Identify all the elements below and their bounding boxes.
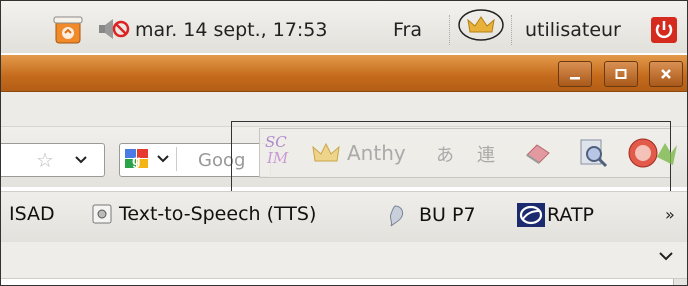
search-engine-selector[interactable]: g (124, 147, 177, 171)
maximize-button[interactable] (604, 61, 638, 87)
scrollbar[interactable] (673, 279, 687, 285)
tab-list-dropdown[interactable] (657, 249, 675, 263)
ratp-logo-icon (517, 203, 545, 227)
screenshot-frame: mar. 14 sept., 17:53 Fra utilisateur ☆ g… (0, 0, 688, 286)
google-logo-icon: g (125, 149, 148, 168)
bookmark-isad[interactable]: ISAD (9, 203, 55, 225)
close-button[interactable] (649, 61, 683, 87)
chevron-down-icon[interactable] (74, 154, 88, 166)
volume-muted-icon[interactable] (97, 15, 131, 43)
bookmarks-overflow-button[interactable]: » (665, 205, 675, 224)
bookmark-label: RATP (547, 204, 595, 226)
input-mode-kana[interactable]: あ (436, 141, 454, 167)
svg-text:IM: IM (266, 149, 289, 167)
scim-logo-icon[interactable]: SC IM (263, 131, 297, 169)
dictionary-search-icon[interactable] (577, 137, 609, 169)
tab-strip (1, 242, 687, 279)
minimize-button[interactable] (558, 61, 592, 87)
eraser-icon[interactable] (523, 141, 553, 165)
bookmark-text-to-speech[interactable]: Text-to-Speech (TTS) (91, 203, 316, 225)
conversion-mode[interactable]: 連 (477, 141, 495, 167)
keyboard-layout-indicator[interactable]: Fra (393, 19, 422, 41)
crown-icon[interactable] (457, 9, 505, 41)
trash-icon[interactable] (51, 15, 85, 44)
chevron-down-icon (157, 155, 169, 163)
address-bar[interactable]: ☆ (1, 143, 105, 177)
panel-separator (511, 15, 514, 45)
bookmark-label: ISAD (9, 203, 55, 225)
bu-logo-icon (389, 205, 404, 227)
page-content (1, 279, 687, 285)
input-method-name[interactable]: Anthy (347, 141, 406, 165)
panel-separator (449, 15, 452, 45)
crown-icon[interactable] (311, 139, 341, 165)
power-icon[interactable] (651, 16, 677, 44)
page-icon (92, 204, 112, 224)
panel-clock[interactable]: mar. 14 sept., 17:53 (135, 19, 328, 41)
user-name[interactable]: utilisateur (525, 19, 621, 41)
browser-addon-icon[interactable] (627, 137, 683, 171)
bookmark-ratp[interactable]: RATP (517, 203, 594, 227)
bookmark-label: BU P7 (419, 204, 476, 226)
bookmark-label: Text-to-Speech (TTS) (119, 203, 317, 225)
bookmark-star-icon[interactable]: ☆ (36, 148, 54, 172)
bookmark-bu-p7[interactable]: BU P7 (387, 203, 476, 227)
svg-text:g: g (132, 152, 141, 168)
